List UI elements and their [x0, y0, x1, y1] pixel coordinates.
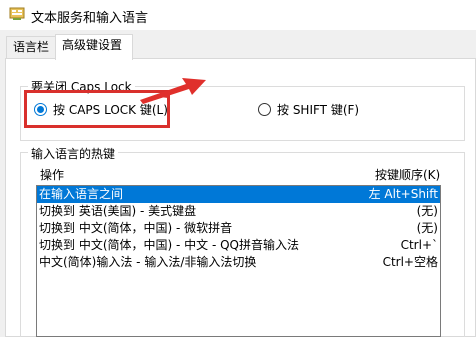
list-item-keys: (无)	[416, 204, 438, 218]
hotkeys-group-title: 输入语言的热键	[28, 145, 119, 162]
list-item-keys: Ctrl+空格	[382, 255, 438, 269]
window-title: 文本服务和输入语言	[31, 11, 149, 26]
annotation-arrow-icon	[140, 78, 206, 104]
title-bar: 文本服务和输入语言	[0, 0, 476, 30]
list-item-keys: 左 Alt+Shift	[368, 187, 438, 201]
radio-button[interactable]	[258, 103, 271, 116]
list-item[interactable]: 切换到 英语(美国) - 美式键盘 (无)	[37, 203, 440, 220]
radio-shift-label: 按 SHIFT 键(F)	[277, 103, 360, 117]
list-item[interactable]: 切换到 中文(简体，中国) - 微软拼音 (无)	[37, 220, 440, 237]
list-item-action: 切换到 中文(简体，中国) - 微软拼音	[39, 221, 233, 235]
list-item[interactable]: 在输入语言之间 左 Alt+Shift	[37, 186, 440, 203]
radio-shift-key[interactable]: 按 SHIFT 键(F)	[258, 101, 359, 118]
list-item-action: 在输入语言之间	[39, 187, 124, 201]
column-header-keys: 按键顺序(K)	[375, 168, 441, 182]
list-item[interactable]: 中文(简体)输入法 - 输入法/非输入法切换 Ctrl+空格	[37, 254, 440, 271]
app-icon	[9, 7, 25, 20]
tab-strip: 语言栏 高级键设置	[0, 30, 476, 60]
list-item[interactable]: 切换到 中文(简体，中国) - 中文 - QQ拼音输入法 Ctrl+`	[37, 237, 440, 254]
tab-language-bar[interactable]: 语言栏	[6, 36, 56, 58]
tab-advanced-key-settings[interactable]: 高级键设置	[55, 34, 133, 60]
hotkey-list[interactable]: 在输入语言之间 左 Alt+Shift 切换到 英语(美国) - 美式键盘 (无…	[36, 185, 441, 337]
column-header-action: 操作	[40, 168, 65, 182]
list-item-action: 切换到 中文(简体，中国) - 中文 - QQ拼音输入法	[39, 238, 299, 252]
list-item-keys: (无)	[416, 221, 438, 235]
list-item-keys: Ctrl+`	[400, 238, 438, 252]
list-item-action: 中文(简体)输入法 - 输入法/非输入法切换	[39, 255, 257, 269]
list-item-action: 切换到 英语(美国) - 美式键盘	[39, 204, 197, 218]
